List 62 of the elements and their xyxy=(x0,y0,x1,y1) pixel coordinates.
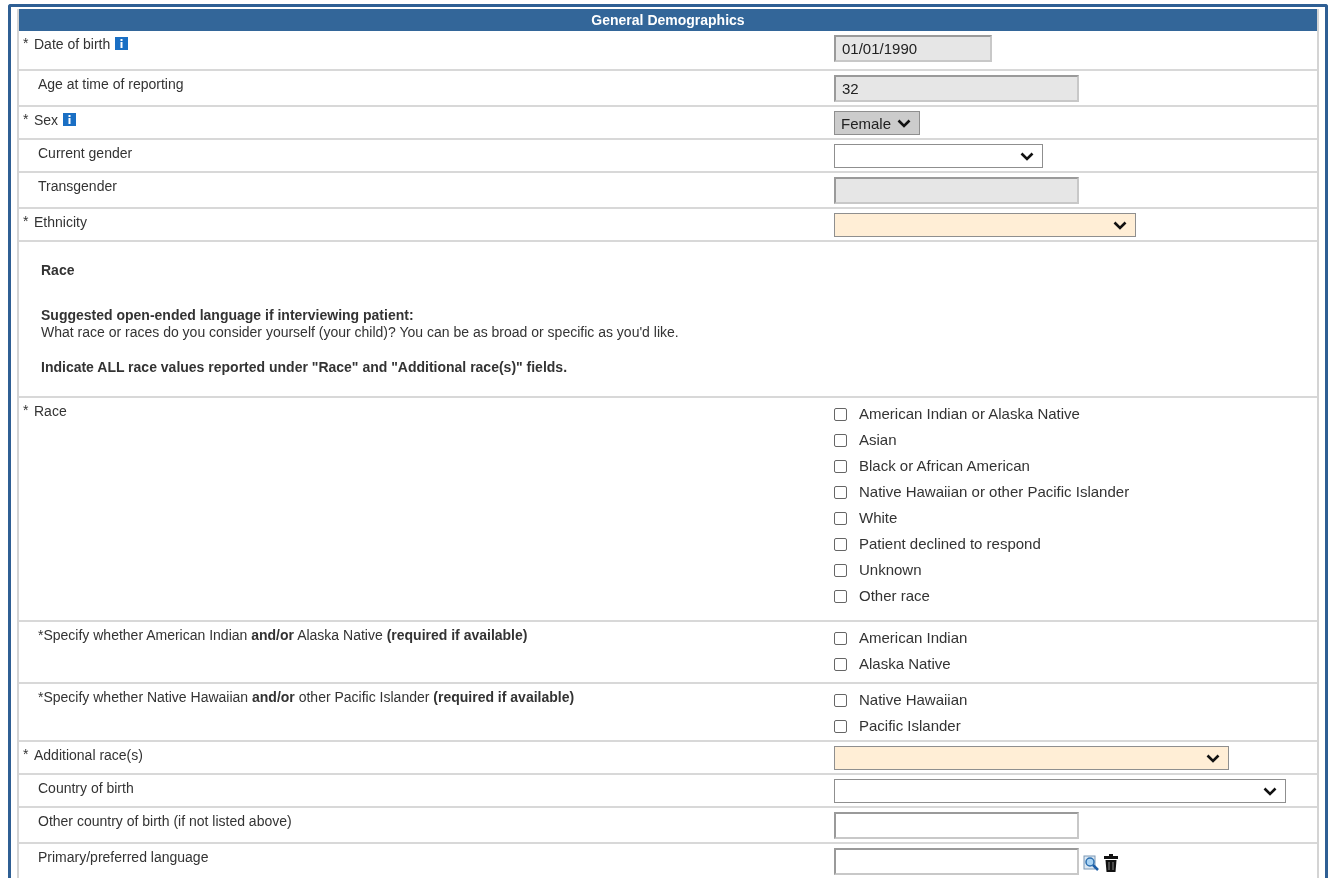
instruction-text: Indicate ALL race values reported under "Race" and "Additional race(s)" fields. xyxy=(41,359,569,376)
guidance-text: What race or races do you consider yourself (your child)? You can be as broad or specific as you'd like. xyxy=(41,324,680,341)
checkbox-option[interactable]: Native Hawaiian xyxy=(834,690,968,710)
text-field[interactable] xyxy=(834,812,1079,839)
field-label: *Specify whether American Indian and/or Alaska Native (required if available) xyxy=(38,626,528,644)
checkbox-option[interactable]: White xyxy=(834,508,1130,528)
checkbox[interactable] xyxy=(834,657,847,671)
trash-icon[interactable] xyxy=(1104,854,1118,872)
checkbox-option[interactable]: Other race xyxy=(834,586,1130,606)
checkbox[interactable] xyxy=(834,719,847,733)
checkbox[interactable] xyxy=(834,485,847,499)
checkbox-option[interactable]: Pacific Islander xyxy=(834,716,968,736)
checkbox[interactable] xyxy=(834,563,847,577)
dropdown-select[interactable] xyxy=(834,213,1136,237)
field-label: Date of birth xyxy=(34,35,111,53)
required-marker: * xyxy=(23,746,30,762)
dropdown-select[interactable] xyxy=(834,144,1043,168)
checkbox-option[interactable]: Unknown xyxy=(834,560,1130,580)
checkbox-option[interactable]: Alaska Native xyxy=(834,654,968,674)
required-marker: * xyxy=(23,402,30,418)
required-marker: * xyxy=(23,35,30,51)
field-label: Current gender xyxy=(38,144,133,162)
checkbox[interactable] xyxy=(834,459,847,473)
field-label: *Specify whether Native Hawaiian and/or other Pacific Islander (required if available) xyxy=(38,688,575,706)
section-subheading: Suggested open-ended language if interviewing patient: xyxy=(41,307,415,324)
chevron-down-icon xyxy=(1113,220,1127,230)
checkbox[interactable] xyxy=(834,511,847,525)
field-label: Country of birth xyxy=(38,779,134,797)
field-label: Additional race(s) xyxy=(34,746,143,764)
search-icon[interactable] xyxy=(1083,854,1100,872)
checkbox[interactable] xyxy=(834,589,847,603)
checkbox-option[interactable]: Black or African American xyxy=(834,456,1130,476)
chevron-down-icon xyxy=(1263,786,1277,796)
panel-title: General Demographics xyxy=(19,9,1317,31)
field-label: Primary/preferred language xyxy=(38,848,209,866)
dropdown-select[interactable] xyxy=(834,779,1286,803)
chevron-down-icon xyxy=(897,118,912,128)
required-marker: * xyxy=(23,213,30,229)
section-heading: Race xyxy=(41,262,76,279)
info-icon[interactable] xyxy=(115,37,129,50)
chevron-down-icon xyxy=(1206,753,1220,763)
checkbox[interactable] xyxy=(834,433,847,447)
dropdown-select[interactable] xyxy=(834,746,1229,770)
field-label: Age at time of reporting xyxy=(38,75,184,93)
checkbox-option[interactable]: Patient declined to respond xyxy=(834,534,1130,554)
required-marker: * xyxy=(23,111,30,127)
checkbox-option[interactable]: Asian xyxy=(834,430,1130,450)
checkbox[interactable] xyxy=(834,407,847,421)
checkbox-option[interactable]: American Indian or Alaska Native xyxy=(834,404,1130,424)
field-label: Race xyxy=(34,402,67,420)
checkbox[interactable] xyxy=(834,631,847,645)
text-field[interactable] xyxy=(834,848,1079,875)
checkbox[interactable] xyxy=(834,537,847,551)
field-label: Transgender xyxy=(38,177,117,195)
field-label: Other country of birth (if not listed above) xyxy=(38,812,292,830)
checkbox-option[interactable]: American Indian xyxy=(834,628,968,648)
chevron-down-icon xyxy=(1020,151,1034,161)
field-label: Ethnicity xyxy=(34,213,87,231)
field-label: Sex xyxy=(34,111,59,129)
info-icon[interactable] xyxy=(63,113,77,126)
checkbox-option[interactable]: Native Hawaiian or other Pacific Islander xyxy=(834,482,1130,502)
checkbox[interactable] xyxy=(834,693,847,707)
